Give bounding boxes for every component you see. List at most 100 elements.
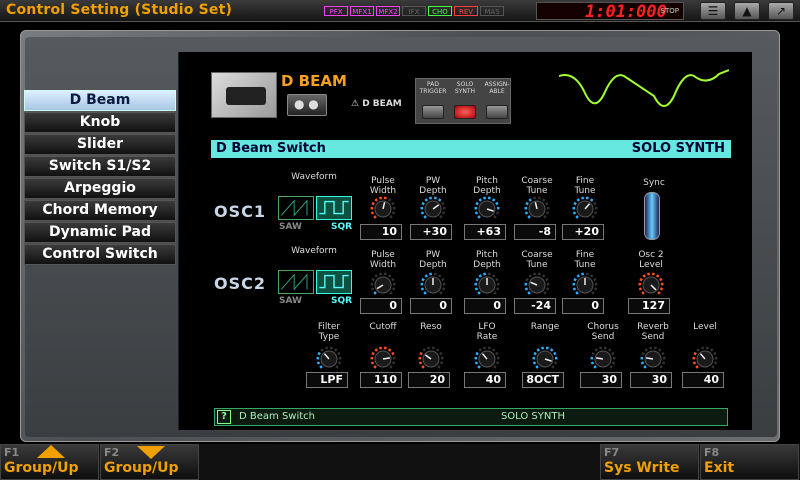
mode-button[interactable] xyxy=(454,105,476,119)
effect-indicators: PFX MFX1 MFX2 IFX CHO REV MAS xyxy=(324,6,504,17)
param-label: Filter Type xyxy=(317,322,341,342)
fx-indicator-pfx: PFX xyxy=(324,6,348,16)
external-icon[interactable]: ↗ xyxy=(768,2,794,20)
param-label: Level xyxy=(693,322,717,332)
down-triangle-icon xyxy=(137,446,165,459)
param-value-field[interactable]: 30 xyxy=(580,372,622,388)
param-value-field[interactable]: 0 xyxy=(464,298,506,314)
sidebar-item-control-switch[interactable]: Control Switch xyxy=(24,244,176,265)
param-label: Sync xyxy=(643,178,665,188)
param-value-field[interactable]: 8OCT xyxy=(522,372,564,388)
param-label: Fine Tune xyxy=(574,176,596,196)
mode-label: ASSIGN- ABLE xyxy=(484,81,510,95)
knob[interactable] xyxy=(316,346,342,372)
knob[interactable] xyxy=(532,346,558,372)
list-icon[interactable]: ☰ xyxy=(700,2,726,20)
osc-label: OSC1 xyxy=(214,202,266,221)
sync-toggle[interactable] xyxy=(644,192,660,240)
f7-sys-write-button[interactable]: F7 Sys Write xyxy=(600,444,699,480)
fx-indicator-ifx: IFX xyxy=(402,6,426,16)
knob[interactable] xyxy=(474,346,500,372)
param-value-field[interactable]: 0 xyxy=(360,298,402,314)
waveform-saw-label: SAW xyxy=(279,296,302,306)
fx-indicator-cho: CHO xyxy=(428,6,452,16)
sidebar-item-arpeggio[interactable]: Arpeggio xyxy=(24,178,176,199)
waveform-display xyxy=(559,69,729,107)
sidebar-item-knob[interactable]: Knob xyxy=(24,112,176,133)
param-label: PW Depth xyxy=(419,176,447,196)
page-title: Control Setting (Studio Set) xyxy=(6,2,233,18)
f8-exit-button[interactable]: F8 Exit xyxy=(700,444,799,480)
param-value-field[interactable]: -24 xyxy=(514,298,556,314)
knob[interactable] xyxy=(638,272,664,298)
mode-selector: PAD TRIGGER SOLO SYNTH ASSIGN- ABLE xyxy=(415,78,511,124)
up-triangle-icon xyxy=(37,445,65,458)
param-label: Reso xyxy=(420,322,442,332)
param-value-field[interactable]: 30 xyxy=(630,372,672,388)
mode-label: SOLO SYNTH xyxy=(454,81,476,95)
knob[interactable] xyxy=(370,196,396,222)
param-value-field[interactable]: 20 xyxy=(408,372,450,388)
param-label: Waveform xyxy=(291,172,337,182)
knob[interactable] xyxy=(420,196,446,222)
param-value-field[interactable]: +30 xyxy=(410,224,452,240)
fx-indicator-mfx1: MFX1 xyxy=(350,6,374,16)
help-icon[interactable]: ? xyxy=(217,410,231,424)
sidebar-item-switch-s1-s2[interactable]: Switch S1/S2 xyxy=(24,156,176,177)
param-label: LFO Rate xyxy=(476,322,498,342)
up-arrow-icon[interactable]: ▲ xyxy=(734,2,760,20)
param-value-field[interactable]: 127 xyxy=(628,298,670,314)
knob[interactable] xyxy=(418,346,444,372)
knob[interactable] xyxy=(640,346,666,372)
waveform-saw-button[interactable] xyxy=(278,196,314,220)
knob[interactable] xyxy=(474,196,500,222)
param-label: Range xyxy=(530,322,560,332)
sidebar-item-slider[interactable]: Slider xyxy=(24,134,176,155)
f2-group-down-button[interactable]: F2 Group/Up xyxy=(100,444,199,480)
param-value-field[interactable]: 110 xyxy=(360,372,402,388)
f1-group-up-button[interactable]: F1 Group/Up xyxy=(0,444,99,480)
param-value-field[interactable]: 0 xyxy=(410,298,452,314)
dbeam-button[interactable] xyxy=(287,94,327,116)
mode-button[interactable] xyxy=(422,105,444,119)
waveform-sqr-button[interactable] xyxy=(316,196,352,220)
waveform-saw-button[interactable] xyxy=(278,270,314,294)
info-value: SOLO SYNTH xyxy=(500,411,565,422)
knob[interactable] xyxy=(524,272,550,298)
knob[interactable] xyxy=(524,196,550,222)
device-title: D BEAM xyxy=(281,72,347,90)
dbeam-logo: ⚠ D BEAM xyxy=(351,99,402,109)
knob[interactable] xyxy=(572,272,598,298)
param-value-field[interactable]: 40 xyxy=(682,372,724,388)
fx-indicator-mfx2: MFX2 xyxy=(376,6,400,16)
knob[interactable] xyxy=(590,346,616,372)
param-value-field[interactable]: +63 xyxy=(464,224,506,240)
mode-button[interactable] xyxy=(486,105,508,119)
knob[interactable] xyxy=(370,346,396,372)
param-label: Waveform xyxy=(291,246,337,256)
param-value-field[interactable]: 0 xyxy=(562,298,604,314)
knob[interactable] xyxy=(572,196,598,222)
info-bar: ? D Beam Switch SOLO SYNTH xyxy=(214,408,728,426)
param-value-field[interactable]: LPF xyxy=(306,372,348,388)
knob[interactable] xyxy=(474,272,500,298)
param-value-field[interactable]: -8 xyxy=(514,224,556,240)
sidebar-item-dynamic-pad[interactable]: Dynamic Pad xyxy=(24,222,176,243)
sidebar-item-d-beam[interactable]: D Beam xyxy=(24,90,176,111)
dbeam-switch-bar[interactable]: D Beam Switch SOLO SYNTH xyxy=(211,140,731,158)
waveform-saw-label: SAW xyxy=(279,222,302,232)
param-value-field[interactable]: 10 xyxy=(360,224,402,240)
param-value-field[interactable]: +20 xyxy=(562,224,604,240)
param-value-field[interactable]: 40 xyxy=(464,372,506,388)
info-label: D Beam Switch xyxy=(239,411,316,422)
fx-indicator-rev: REV xyxy=(454,6,478,16)
waveform-sqr-button[interactable] xyxy=(316,270,352,294)
waveform-sqr-label: SQR xyxy=(331,222,353,232)
knob[interactable] xyxy=(420,272,446,298)
sidebar-item-chord-memory[interactable]: Chord Memory xyxy=(24,200,176,221)
fx-indicator-mas: MAS xyxy=(480,6,504,16)
knob[interactable] xyxy=(692,346,718,372)
transport-display: 1:01:000 STOP xyxy=(536,2,684,22)
transport-state: STOP xyxy=(660,7,679,15)
knob[interactable] xyxy=(370,272,396,298)
